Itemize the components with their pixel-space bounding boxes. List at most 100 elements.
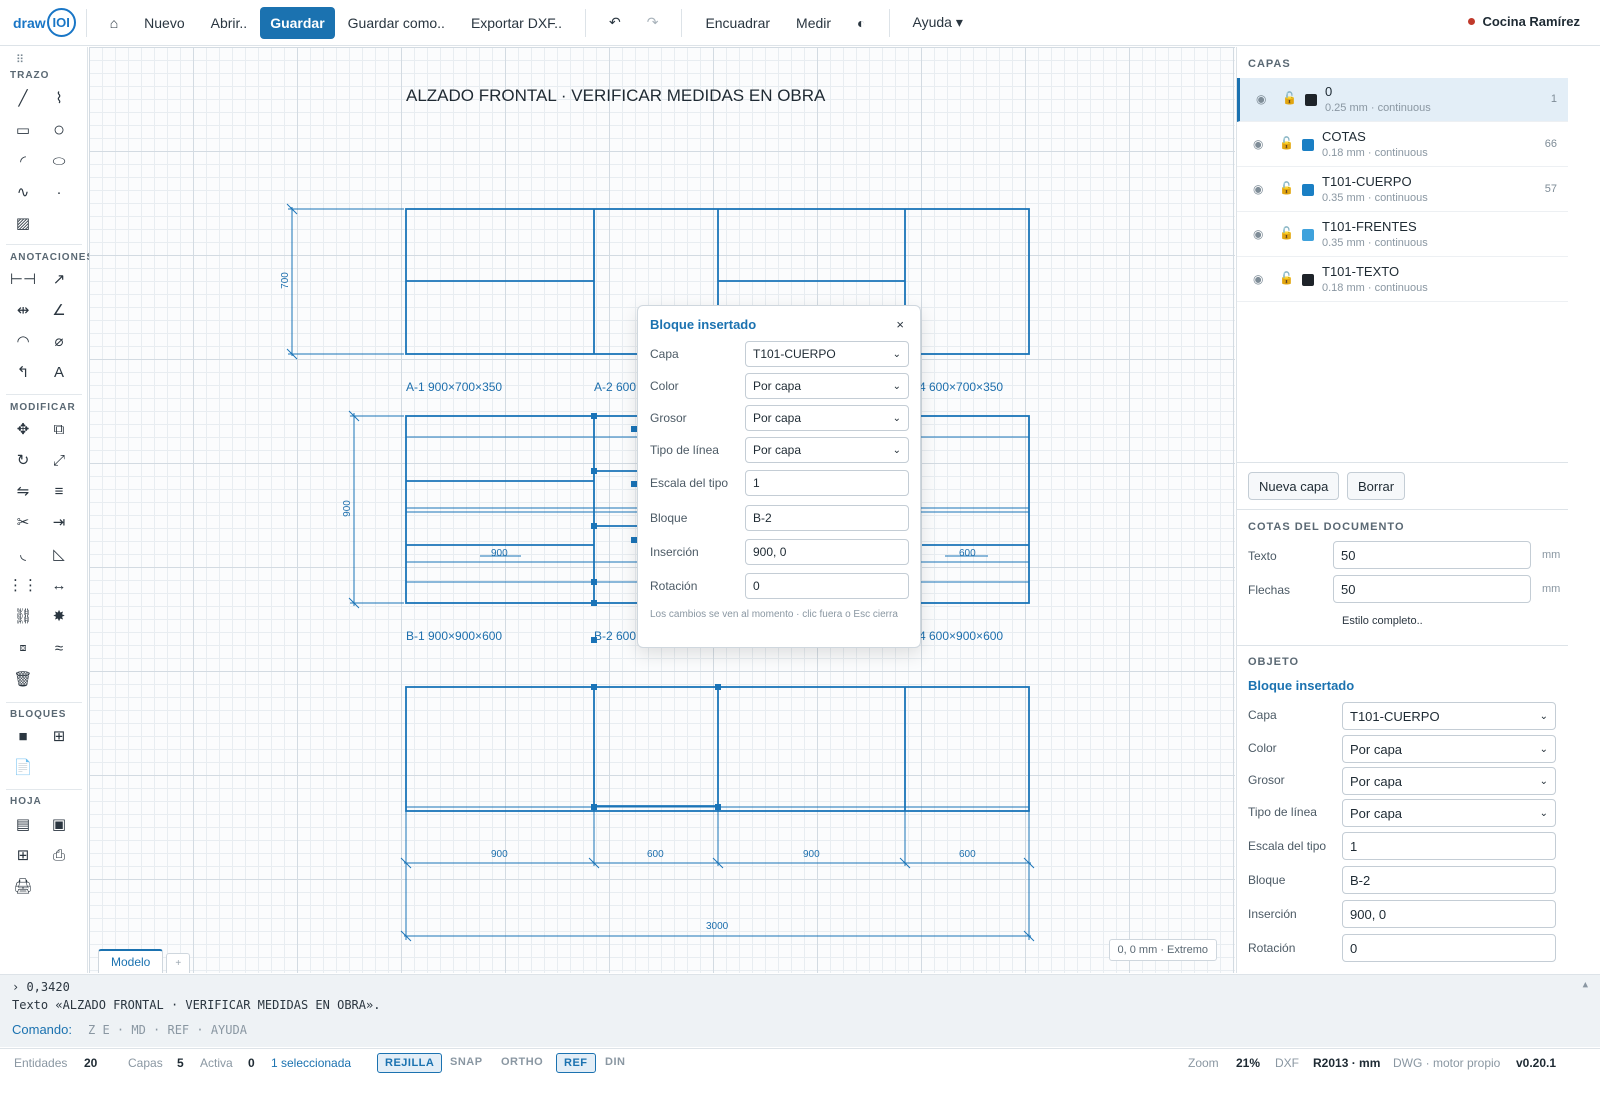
trim-icon[interactable]: ✂ xyxy=(10,510,36,534)
snap-toggle[interactable]: SNAP xyxy=(443,1053,490,1071)
cabinet-label[interactable]: A-2 600 xyxy=(594,380,636,394)
layer-row-t101-frentes[interactable]: ◉ 🔓 T101-FRENTES 0.35 mm · continuous xyxy=(1237,213,1569,257)
app-logo[interactable]: draw IOI xyxy=(13,8,76,37)
object-layer-select[interactable]: T101-CUERPO ⌄ xyxy=(1342,702,1556,730)
arc-icon[interactable]: ◜ xyxy=(10,149,36,173)
multileader-icon[interactable]: ↰ xyxy=(10,360,36,384)
linetype-select[interactable]: Por capa ⌄ xyxy=(745,437,909,463)
save-as-button[interactable]: Guardar como.. xyxy=(335,9,458,37)
chamfer-icon[interactable]: ◺ xyxy=(46,542,72,566)
layer-color-swatch[interactable] xyxy=(1305,94,1317,106)
save-button[interactable]: Guardar xyxy=(260,6,335,39)
unlock-icon[interactable]: 🔓 xyxy=(1279,181,1294,195)
measure-button[interactable]: Medir xyxy=(783,9,844,37)
move-icon[interactable]: ✥ xyxy=(10,417,36,441)
leader-icon[interactable]: ↗ xyxy=(46,267,72,291)
scale-icon[interactable]: ⤢ xyxy=(46,448,72,472)
visibility-eye-icon[interactable]: ◉ xyxy=(1253,227,1263,241)
expand-console-icon[interactable]: ▲ xyxy=(1583,980,1588,990)
sheet-layout-icon[interactable]: ▤ xyxy=(10,812,36,836)
ellipse-icon[interactable]: ⬭ xyxy=(46,149,72,173)
stretch-icon[interactable]: ↔ xyxy=(46,573,72,597)
layer-row-t101-texto[interactable]: ◉ 🔓 T101-TEXTO 0.18 mm · continuous xyxy=(1237,258,1569,302)
insertion-point-input[interactable]: 900, 0 xyxy=(745,539,909,565)
block-name-input[interactable]: B-2 xyxy=(745,505,909,531)
visibility-eye-icon[interactable]: ◉ xyxy=(1253,137,1263,151)
drawing-title[interactable]: ALZADO FRONTAL · VERIFICAR MEDIDAS EN OB… xyxy=(406,86,825,106)
ortho-toggle[interactable]: ORTHO xyxy=(494,1053,550,1071)
cabinet-label[interactable]: A-1 900×700×350 xyxy=(406,380,502,394)
dimension-text[interactable]: 900 xyxy=(491,849,508,860)
layer-color-swatch[interactable] xyxy=(1302,184,1314,196)
dimension-text[interactable]: 900 xyxy=(803,849,820,860)
visibility-eye-icon[interactable]: ◉ xyxy=(1256,92,1266,106)
color-select[interactable]: Por capa ⌄ xyxy=(745,373,909,399)
object-insertion-input[interactable]: 900, 0 xyxy=(1342,900,1556,928)
grid-toggle[interactable]: REJILLA xyxy=(377,1053,443,1073)
theme-toggle-icon[interactable]: ◐ xyxy=(844,9,878,37)
spline-icon[interactable]: ∿ xyxy=(10,180,36,204)
mirror-icon[interactable]: ⇋ xyxy=(10,479,36,503)
undo-icon[interactable]: ↶ xyxy=(596,8,634,37)
dimension-text[interactable]: 3000 xyxy=(706,921,728,932)
copy-icon[interactable]: ⧉ xyxy=(46,417,72,441)
block-library-icon[interactable]: 📄 xyxy=(10,755,36,779)
hatch-icon[interactable]: ▨ xyxy=(10,211,36,235)
cabinet-label[interactable]: 4 600×700×350 xyxy=(919,380,1003,394)
dim-arrow-size-input[interactable]: 50 xyxy=(1333,575,1531,603)
insert-block-icon[interactable]: ■ xyxy=(10,724,36,748)
circle-icon[interactable]: ○ xyxy=(46,118,72,142)
linetype-scale-input[interactable]: 1 xyxy=(745,470,909,496)
close-icon[interactable]: × xyxy=(896,317,904,332)
angle-dimension-icon[interactable]: ∠ xyxy=(46,298,72,322)
full-style-link[interactable]: Estilo completo.. xyxy=(1342,615,1423,627)
dim-text-size-input[interactable]: 50 xyxy=(1333,541,1531,569)
rectangle-icon[interactable]: ▭ xyxy=(10,118,36,142)
dimension-text[interactable]: 700 xyxy=(280,272,291,289)
group-icon[interactable]: ⧈ xyxy=(10,636,36,660)
viewport-icon[interactable]: ▣ xyxy=(46,812,72,836)
diameter-icon[interactable]: ⌀ xyxy=(46,329,72,353)
object-linetype-select[interactable]: Por capa ⌄ xyxy=(1342,799,1556,827)
tab-model[interactable]: Modelo xyxy=(98,949,164,973)
rotate-icon[interactable]: ↻ xyxy=(10,448,36,472)
create-block-icon[interactable]: ⊞ xyxy=(46,724,72,748)
text-icon[interactable]: A xyxy=(46,360,72,384)
layer-row-t101-cuerpo[interactable]: ◉ 🔓 T101-CUERPO 0.35 mm · continuous 57 xyxy=(1237,168,1569,212)
unlock-icon[interactable]: 🔓 xyxy=(1279,271,1294,285)
redo-icon[interactable]: ↷ xyxy=(634,8,672,37)
new-button[interactable]: Nuevo xyxy=(131,9,197,37)
match-properties-icon[interactable]: ≈ xyxy=(46,636,72,660)
line-icon[interactable]: ╱ xyxy=(10,86,36,110)
command-input[interactable]: Z E · MD · REF · AYUDA xyxy=(88,1023,247,1037)
dimension-text[interactable]: 600 xyxy=(647,849,664,860)
visibility-eye-icon[interactable]: ◉ xyxy=(1253,182,1263,196)
fit-button[interactable]: Encuadrar xyxy=(692,9,783,37)
layer-color-swatch[interactable] xyxy=(1302,139,1314,151)
object-lineweight-select[interactable]: Por capa ⌄ xyxy=(1342,767,1556,795)
offset-icon[interactable]: ≡ xyxy=(46,479,72,503)
drag-handle-icon[interactable]: ⠿ xyxy=(16,53,24,66)
point-icon[interactable]: · xyxy=(46,180,72,204)
delete-icon[interactable]: 🗑 xyxy=(10,667,36,691)
help-menu[interactable]: Ayuda ▾ xyxy=(900,8,976,37)
user-indicator[interactable]: Cocina Ramírez xyxy=(1468,14,1580,29)
ref-toggle[interactable]: REF xyxy=(556,1053,596,1073)
din-toggle[interactable]: DIN xyxy=(598,1053,632,1071)
array-icon[interactable]: ⋮⋮ xyxy=(8,573,38,597)
fillet-icon[interactable]: ◟ xyxy=(10,542,36,566)
layer-row-cotas[interactable]: ◉ 🔓 COTAS 0.18 mm · continuous 66 xyxy=(1237,123,1569,167)
lineweight-select[interactable]: Por capa ⌄ xyxy=(745,405,909,431)
zoom-value[interactable]: 21% xyxy=(1236,1056,1260,1070)
object-color-select[interactable]: Por capa ⌄ xyxy=(1342,735,1556,763)
unlock-icon[interactable]: 🔓 xyxy=(1279,226,1294,240)
linear-dimension-icon[interactable]: ⊢⊣ xyxy=(10,267,36,291)
layer-color-swatch[interactable] xyxy=(1302,274,1314,286)
dimension-text[interactable]: 900 xyxy=(491,548,508,559)
object-rotation-input[interactable]: 0 xyxy=(1342,934,1556,962)
object-block-name-input[interactable]: B-2 xyxy=(1342,866,1556,894)
export-dxf-button[interactable]: Exportar DXF.. xyxy=(458,9,575,37)
open-button[interactable]: Abrir.. xyxy=(198,9,261,37)
command-prompt[interactable]: Comando: xyxy=(12,1022,72,1037)
cabinet-label[interactable]: 4 600×900×600 xyxy=(919,629,1003,643)
